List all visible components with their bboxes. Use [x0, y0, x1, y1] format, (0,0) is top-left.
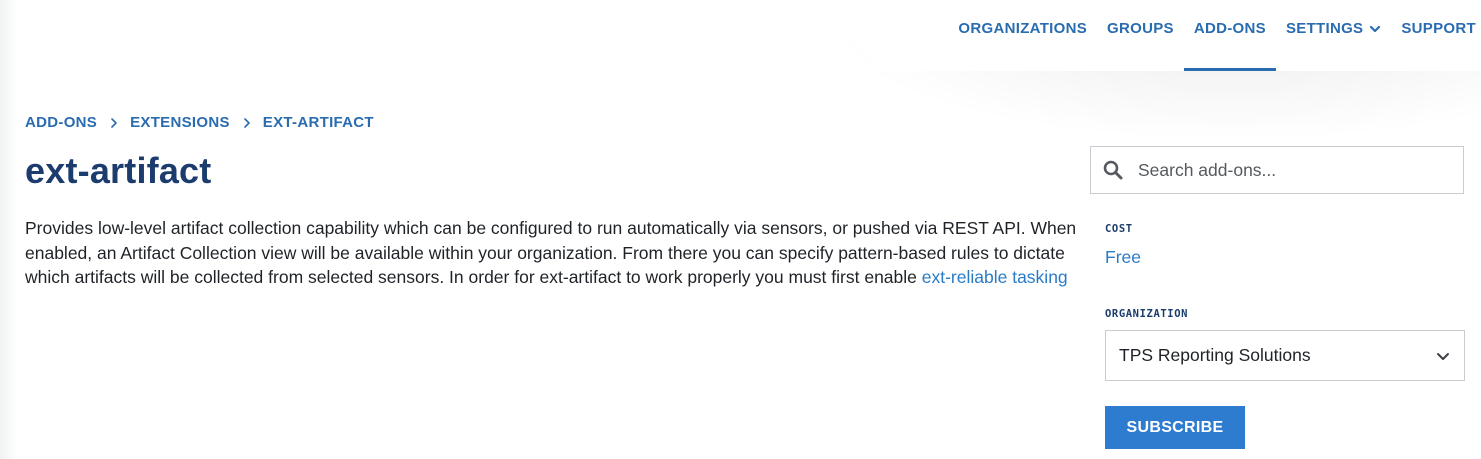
- nav-item-organizations[interactable]: ORGANIZATIONS: [948, 0, 1097, 71]
- nav-item-label: ADD-ONS: [1193, 20, 1266, 37]
- cost-value: Free: [1105, 247, 1141, 267]
- nav-item-label: ORGANIZATIONS: [958, 20, 1088, 37]
- left-gradient: [0, 0, 18, 459]
- nav-item-groups[interactable]: GROUPS: [1097, 0, 1184, 71]
- organization-label: ORGANIZATION: [1105, 308, 1189, 320]
- top-nav: ORGANIZATIONS GROUPS ADD-ONS SETTINGS SU…: [948, 0, 1481, 71]
- subscribe-button[interactable]: SUBSCRIBE: [1105, 406, 1245, 449]
- breadcrumb-add-ons[interactable]: ADD-ONS: [25, 114, 97, 131]
- nav-item-settings[interactable]: SETTINGS: [1276, 0, 1391, 71]
- nav-item-add-ons[interactable]: ADD-ONS: [1183, 0, 1277, 71]
- nav-item-label: SETTINGS: [1285, 20, 1364, 37]
- chevron-right-icon: [111, 117, 117, 128]
- search-box: [1090, 146, 1464, 194]
- search-input[interactable]: [1136, 158, 1450, 182]
- chevron-down-icon: [1370, 25, 1381, 32]
- organization-select[interactable]: TPS Reporting Solutions: [1105, 330, 1465, 381]
- chevron-down-icon: [1437, 352, 1449, 360]
- chevron-right-icon: [243, 117, 250, 128]
- breadcrumb-extensions[interactable]: EXTENSIONS: [130, 114, 230, 131]
- description-text: Provides low-level artifact collection c…: [25, 218, 1077, 288]
- ext-reliable-tasking-link[interactable]: ext-reliable tasking: [922, 267, 1068, 287]
- organization-select-value: TPS Reporting Solutions: [1119, 345, 1311, 365]
- nav-item-label: GROUPS: [1107, 20, 1174, 37]
- page: ORGANIZATIONS GROUPS ADD-ONS SETTINGS SU…: [0, 0, 1481, 459]
- breadcrumb-ext-artifact[interactable]: EXT-ARTIFACT: [263, 114, 374, 131]
- top-nav-panel: ORGANIZATIONS GROUPS ADD-ONS SETTINGS SU…: [820, 0, 1481, 71]
- breadcrumb: ADD-ONS EXTENSIONS EXT-ARTIFACT: [25, 114, 374, 131]
- search-icon: [1103, 160, 1123, 180]
- nav-item-support[interactable]: SUPPORT: [1391, 0, 1481, 71]
- page-title: ext-artifact: [25, 150, 212, 191]
- nav-item-label: SUPPORT: [1401, 20, 1476, 37]
- addon-description: Provides low-level artifact collection c…: [25, 216, 1080, 290]
- cost-label: COST: [1105, 223, 1133, 235]
